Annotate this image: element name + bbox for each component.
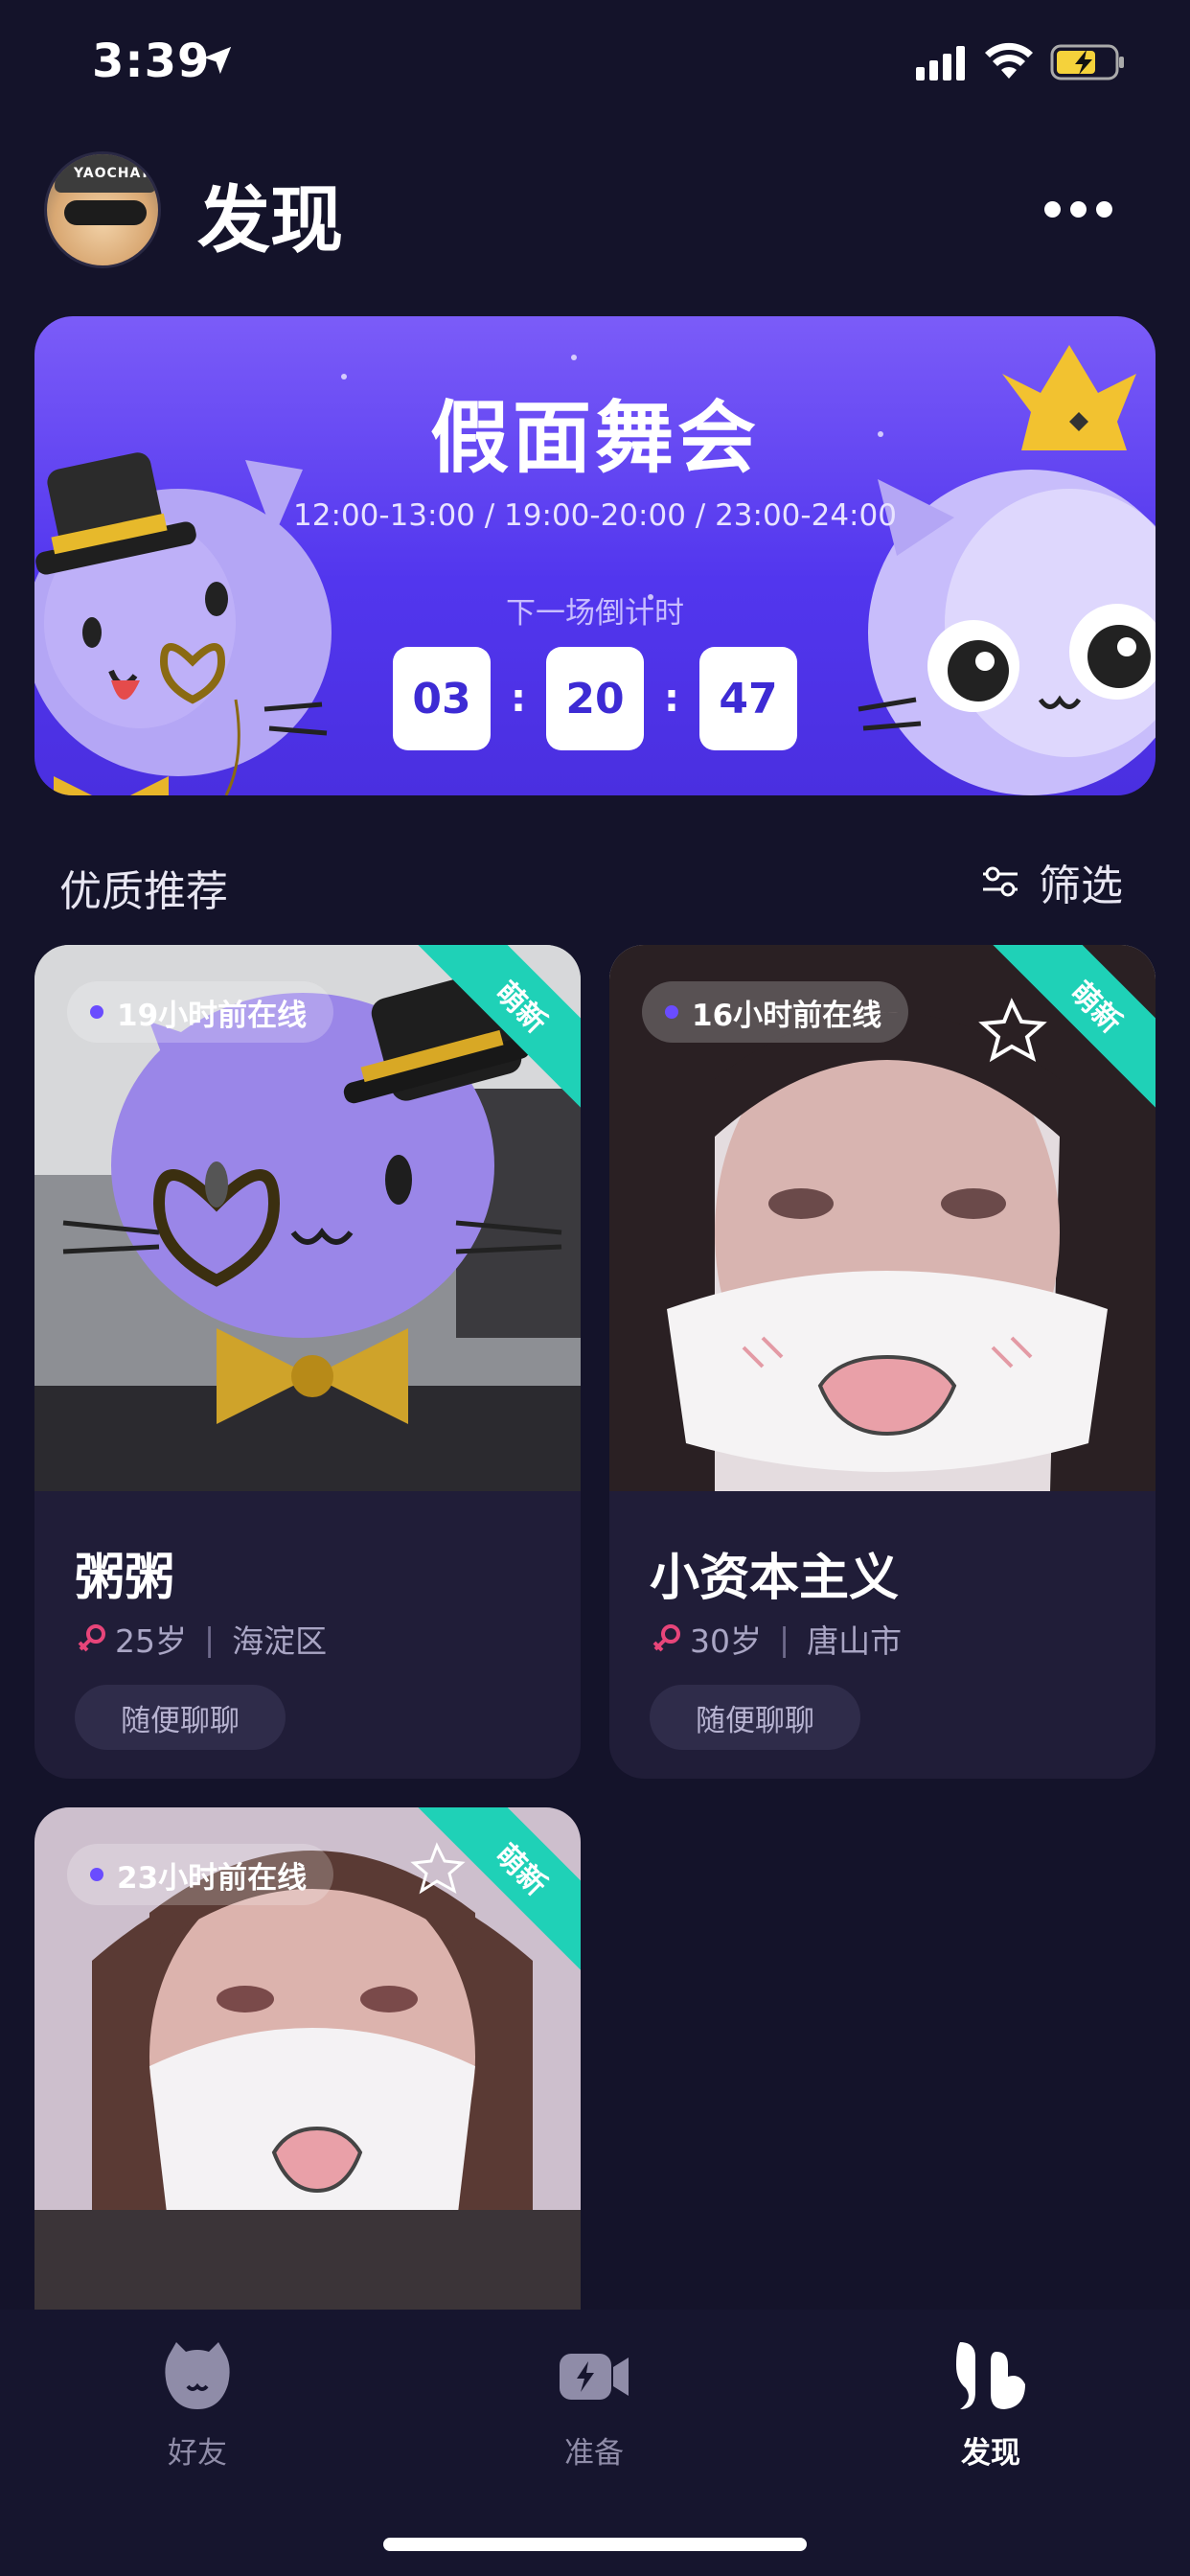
banner-title: 假面舞会 xyxy=(429,393,760,484)
avatar-hat: YAOCHAT xyxy=(55,154,156,193)
tab-label: 好友 xyxy=(168,2436,227,2471)
sliders-icon xyxy=(983,866,1018,897)
bottom-tab-bar: 好友 准备 发现 xyxy=(0,2310,1190,2576)
online-status-text: 16小时前在线 xyxy=(692,998,882,1033)
countdown-label: 下一场倒计时 xyxy=(506,596,684,631)
online-status-pill: 19小时前在线 xyxy=(67,981,334,1043)
tab-label: 准备 xyxy=(564,2436,624,2471)
header: YAOCHAT 发现 xyxy=(0,144,1190,278)
discover-quote-icon xyxy=(956,2342,1025,2409)
casual-chat-button[interactable]: 随便聊聊 xyxy=(650,1685,860,1750)
filter-label: 筛选 xyxy=(1039,862,1123,910)
tab-friends[interactable]: 好友 xyxy=(102,2338,293,2472)
user-info: 25岁 | 海淀区 xyxy=(75,1616,327,1662)
avatar-glasses xyxy=(64,200,147,225)
casual-chat-button[interactable]: 随便聊聊 xyxy=(75,1685,286,1750)
user-card[interactable]: 19小时前在线 萌新 粥粥 25岁 | 海淀区 随便聊聊 xyxy=(34,945,581,1779)
countdown-seconds: 47 xyxy=(699,647,797,750)
online-status-pill: 16小时前在线 xyxy=(642,981,909,1043)
tab-label: 发现 xyxy=(961,2436,1020,2471)
more-dot xyxy=(1096,200,1112,218)
avatar-badge-text: YAOCHAT xyxy=(74,166,150,181)
tab-prepare[interactable]: 准备 xyxy=(498,2338,690,2472)
section-title: 优质推荐 xyxy=(59,867,228,916)
filter-button[interactable]: 筛选 xyxy=(979,853,1123,910)
countdown-separator: : xyxy=(511,677,526,721)
status-time: 3:39 xyxy=(92,34,211,88)
countdown-hours: 03 xyxy=(393,647,491,750)
female-icon xyxy=(78,1624,105,1652)
masquerade-banner[interactable]: 假面舞会 12:00-13:00 / 19:00-20:00 / 23:00-2… xyxy=(34,316,1156,795)
user-age: 30岁 xyxy=(690,1622,762,1660)
more-button[interactable] xyxy=(1044,190,1121,228)
user-location: 海淀区 xyxy=(232,1622,328,1660)
user-card[interactable]: 23小时前在线 萌新 xyxy=(34,1807,581,2310)
home-indicator[interactable] xyxy=(383,2538,807,2551)
more-dot xyxy=(1070,200,1087,218)
wifi-icon xyxy=(985,42,1033,79)
online-dot-icon xyxy=(90,1005,103,1019)
battery-charging-icon xyxy=(1050,44,1124,80)
video-camera-icon xyxy=(560,2354,629,2400)
status-bar: 3:39 xyxy=(0,0,1190,125)
countdown-separator: : xyxy=(664,677,679,721)
info-separator: | xyxy=(204,1620,216,1658)
tab-discover[interactable]: 发现 xyxy=(895,2338,1087,2472)
info-separator: | xyxy=(779,1620,790,1658)
location-arrow-icon xyxy=(203,46,232,75)
user-info: 30岁 | 唐山市 xyxy=(650,1616,902,1662)
user-name: 小资本主义 xyxy=(650,1550,900,1607)
page-title: 发现 xyxy=(197,177,343,263)
online-status-text: 19小时前在线 xyxy=(117,998,308,1033)
user-location: 唐山市 xyxy=(807,1622,903,1660)
countdown: 03 : 20 : 47 xyxy=(393,646,797,751)
female-icon xyxy=(652,1624,680,1652)
user-name: 粥粥 xyxy=(75,1550,175,1607)
friends-cat-icon xyxy=(165,2342,230,2409)
countdown-minutes: 20 xyxy=(546,647,644,750)
avatar[interactable]: YAOCHAT xyxy=(44,151,161,268)
user-card[interactable]: 16小时前在线 萌新 小资本主义 30岁 | 唐山市 随便聊聊 xyxy=(609,945,1156,1779)
online-status-pill: 23小时前在线 xyxy=(67,1844,334,1905)
sparkle xyxy=(571,355,577,360)
online-dot-icon xyxy=(665,1005,678,1019)
online-dot-icon xyxy=(90,1868,103,1881)
user-age: 25岁 xyxy=(115,1622,187,1660)
online-status-text: 23小时前在线 xyxy=(117,1860,308,1896)
more-dot xyxy=(1044,200,1061,218)
cellular-signal-icon xyxy=(916,46,965,80)
banner-time-slots: 12:00-13:00 / 19:00-20:00 / 23:00-24:00 xyxy=(293,498,897,533)
